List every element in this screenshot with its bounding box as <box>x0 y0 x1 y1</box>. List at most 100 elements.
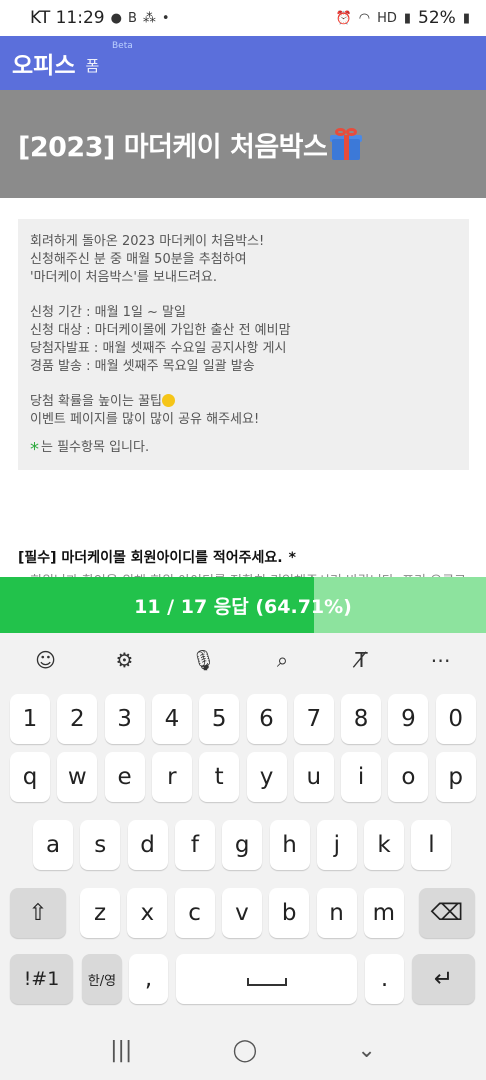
key-a[interactable]: a <box>33 820 73 870</box>
key-f[interactable]: f <box>174 820 215 870</box>
comma-key[interactable]: , <box>129 954 168 1004</box>
desc-line: 신청 대상 : 마더케이몰에 가입한 출산 전 예비맘 <box>30 323 291 338</box>
mic-icon[interactable]: 🎙 <box>184 640 224 680</box>
form-title: [2023] 마더케이 처음박스 <box>18 125 363 164</box>
key-i[interactable]: i <box>341 752 382 802</box>
shift-icon: ⇧ <box>28 900 48 926</box>
key-r[interactable]: r <box>151 752 192 802</box>
battery-text: 52% <box>418 8 456 28</box>
key-u[interactable]: u <box>293 752 334 802</box>
settings-icon[interactable]: ⚙ <box>105 640 145 680</box>
desc-line: 회려하게 돌아온 2023 마더케이 처음박스! <box>30 234 265 249</box>
app-bar: 오피스 폼 Beta <box>0 36 486 90</box>
search-icon[interactable]: ⌕ <box>263 640 303 680</box>
key-g[interactable]: g <box>222 820 263 870</box>
beta-badge: Beta <box>112 41 133 51</box>
status-bar: KT 11:29 ● B ⁂ • ⏰ ◠ HD ▮ 52% ▮ <box>0 0 486 36</box>
key-5[interactable]: 5 <box>199 694 240 744</box>
back-icon[interactable]: ⌄ <box>357 1038 375 1063</box>
enter-key[interactable]: ↵ <box>412 954 475 1004</box>
space-key[interactable] <box>176 954 357 1004</box>
period-key[interactable]: . <box>365 954 404 1004</box>
key-b[interactable]: b <box>269 888 310 938</box>
key-q[interactable]: q <box>10 752 50 802</box>
key-e[interactable]: e <box>104 752 145 802</box>
key-0[interactable]: 0 <box>435 694 476 744</box>
required-star-icon: * <box>30 439 39 459</box>
key-4[interactable]: 4 <box>151 694 192 744</box>
home-icon[interactable]: ◯ <box>233 1038 258 1063</box>
battery-icon: ▮ <box>462 10 470 26</box>
backspace-key[interactable]: ⌫ <box>419 888 475 938</box>
carrier-time: KT 11:29 <box>30 8 105 28</box>
key-l[interactable]: l <box>411 820 452 870</box>
key-j[interactable]: j <box>316 820 357 870</box>
desc-line-tip: 당첨 확률을 높이는 꿀팁 <box>30 393 457 411</box>
key-6[interactable]: 6 <box>246 694 287 744</box>
wifi-icon: ◠ <box>358 10 371 26</box>
message-icon: ● <box>110 10 122 26</box>
key-x[interactable]: x <box>127 888 168 938</box>
key-s[interactable]: s <box>80 820 121 870</box>
key-h[interactable]: h <box>269 820 310 870</box>
wink-emoji-icon <box>162 394 175 407</box>
key-m[interactable]: m <box>363 888 404 938</box>
backspace-icon: ⌫ <box>430 900 464 926</box>
key-d[interactable]: d <box>127 820 168 870</box>
more-icon[interactable]: ⋯ <box>421 640 461 680</box>
alarm-icon: ⏰ <box>335 10 352 26</box>
text-edit-icon[interactable]: T̸ <box>342 640 382 680</box>
form-header: [2023] 마더케이 처음박스 <box>0 90 486 198</box>
app-icon: ⁂ <box>142 10 156 26</box>
key-y[interactable]: y <box>246 752 287 802</box>
key-c[interactable]: c <box>174 888 215 938</box>
keyboard-toolbar: ☺ ⚙ 🎙 ⌕ T̸ ⋯ <box>0 633 486 686</box>
signal-icon: ▮ <box>403 10 412 26</box>
progress-label: 11 / 17 응답 (64.71%) <box>134 595 352 618</box>
gift-icon <box>329 127 363 161</box>
key-t[interactable]: t <box>199 752 240 802</box>
system-nav-bar: ||| ◯ ⌄ <box>0 1020 486 1080</box>
key-z[interactable]: z <box>80 888 120 938</box>
desc-line: 신청 기간 : 매월 1일 ~ 말일 <box>30 305 186 320</box>
desc-line: '마더케이 처음박스'를 보내드려요. <box>30 270 217 285</box>
key-9[interactable]: 9 <box>388 694 429 744</box>
key-o[interactable]: o <box>388 752 429 802</box>
form-description: 회려하게 돌아온 2023 마더케이 처음박스! 신청해주신 분 중 매월 50… <box>18 219 469 470</box>
response-progress: 11 / 17 응답 (64.71%) <box>0 577 486 633</box>
key-w[interactable]: w <box>57 752 98 802</box>
key-n[interactable]: n <box>316 888 357 938</box>
recent-apps-icon[interactable]: ||| <box>110 1038 132 1063</box>
form-title-text: [2023] 마더케이 처음박스 <box>18 131 328 163</box>
key-k[interactable]: k <box>364 820 405 870</box>
desc-line: 이벤트 페이지를 많이 많이 공유 해주세요! <box>30 412 260 427</box>
key-3[interactable]: 3 <box>104 694 145 744</box>
symbols-key[interactable]: !#1 <box>10 954 73 1004</box>
dot-icon: • <box>161 10 170 26</box>
key-p[interactable]: p <box>435 752 476 802</box>
required-note: * 는 필수항목 입니다. <box>30 439 457 459</box>
space-icon <box>246 978 287 986</box>
app-title: 오피스 <box>12 53 76 79</box>
language-key[interactable]: 한/영 <box>82 954 122 1004</box>
desc-tip-text: 당첨 확률을 높이는 꿀팁 <box>30 394 162 409</box>
key-v[interactable]: v <box>221 888 262 938</box>
emoji-icon[interactable]: ☺ <box>26 640 66 680</box>
key-7[interactable]: 7 <box>293 694 334 744</box>
key-8[interactable]: 8 <box>341 694 382 744</box>
shift-key[interactable]: ⇧ <box>10 888 66 938</box>
desc-line: 경품 발송 : 매월 셋째주 목요일 일괄 발송 <box>30 359 255 374</box>
app-subtitle: 폼 <box>85 56 100 75</box>
hd-icon: HD <box>377 10 397 26</box>
question-label: [필수] 마더케이몰 회원아이디를 적어주세요. <box>18 550 283 566</box>
key-1[interactable]: 1 <box>10 694 50 744</box>
required-note-text: 는 필수항목 입니다. <box>41 440 150 455</box>
required-mark: * <box>288 550 296 566</box>
blog-icon: B <box>127 10 137 26</box>
desc-line: 신청해주신 분 중 매월 50분을 추첨하여 <box>30 252 247 267</box>
question-title: [필수] 마더케이몰 회원아이디를 적어주세요. * <box>18 547 473 567</box>
keyboard: 1234567890 qwertyuiop asdfghjkl ⇧ ⌫ zxcv… <box>0 686 486 1020</box>
desc-line: 당첨자발표 : 매월 셋째주 수요일 공지사항 게시 <box>30 341 287 356</box>
enter-icon: ↵ <box>433 966 454 992</box>
key-2[interactable]: 2 <box>57 694 98 744</box>
